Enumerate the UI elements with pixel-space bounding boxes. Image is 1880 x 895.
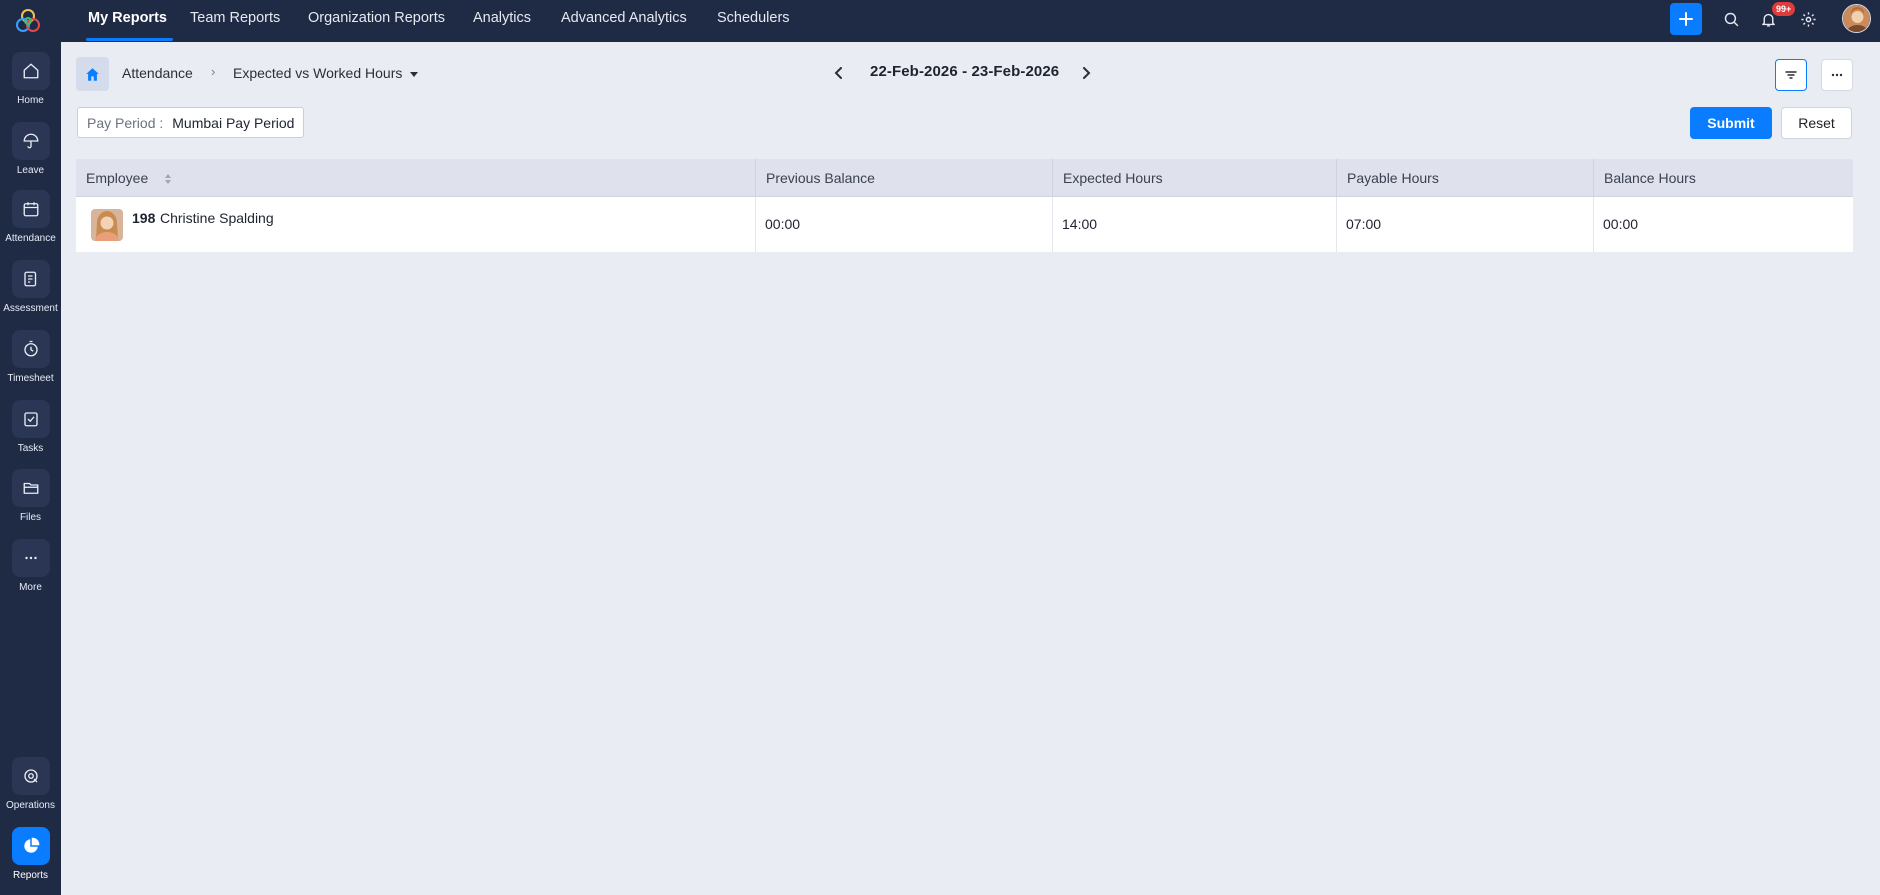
- calendar-icon: [23, 202, 38, 217]
- tab-team-reports[interactable]: Team Reports: [190, 0, 280, 42]
- sidebar-item-assessment[interactable]: Assessment: [0, 260, 61, 326]
- filter-icon: [1785, 71, 1797, 79]
- search-icon: [1724, 12, 1738, 26]
- more-icon: [24, 556, 37, 560]
- chevron-right-icon: [1083, 67, 1091, 79]
- payable-hours-cell: 07:00: [1337, 197, 1594, 252]
- sidebar-item-label: Files: [19, 512, 42, 523]
- chevron-left-icon: [834, 67, 842, 79]
- tasks-icon: [23, 412, 38, 427]
- sidebar-item-label: Assessment: [3, 303, 58, 314]
- add-button[interactable]: [1670, 3, 1702, 35]
- breadcrumb-module[interactable]: Attendance: [122, 65, 193, 81]
- sidebar-item-label: Home: [17, 95, 44, 106]
- employee-name[interactable]: Christine Spalding: [160, 209, 274, 227]
- previous-balance-cell: 00:00: [756, 197, 1053, 252]
- search-button[interactable]: [1720, 8, 1742, 30]
- tab-my-reports[interactable]: My Reports: [86, 0, 173, 42]
- employee-cell: 198 Christine Spalding: [76, 197, 756, 252]
- sidebar-item-attendance[interactable]: Attendance: [0, 190, 61, 256]
- home-button[interactable]: [76, 57, 109, 91]
- notification-badge: 99+: [1772, 2, 1796, 16]
- column-header-balance-hours: Balance Hours: [1604, 170, 1696, 186]
- folder-icon: [23, 482, 38, 494]
- plus-icon: [1679, 12, 1693, 26]
- sidebar-item-label: Operations: [6, 800, 55, 811]
- report-selector[interactable]: Expected vs Worked Hours: [233, 65, 419, 81]
- breadcrumb-chevron-icon: ›: [211, 64, 216, 79]
- settings-button[interactable]: [1797, 8, 1819, 30]
- assessment-icon: [23, 271, 36, 287]
- previous-date-button[interactable]: [830, 64, 848, 82]
- sidebar-item-home[interactable]: Home: [0, 52, 61, 118]
- reset-button[interactable]: Reset: [1781, 107, 1852, 139]
- sidebar-item-label: Attendance: [5, 233, 56, 244]
- sidebar-item-leave[interactable]: Leave: [0, 122, 61, 188]
- report-selector-label: Expected vs Worked Hours: [233, 65, 403, 81]
- sidebar-item-operations[interactable]: Operations: [0, 757, 61, 823]
- umbrella-icon: [23, 133, 38, 149]
- tab-organization-reports[interactable]: Organization Reports: [308, 0, 445, 42]
- sort-icon: [165, 174, 172, 185]
- sidebar-item-label: Tasks: [17, 443, 44, 454]
- next-date-button[interactable]: [1077, 64, 1095, 82]
- top-navigation-bar: My Reports Team Reports Organization Rep…: [61, 0, 1880, 42]
- home-icon: [86, 67, 99, 81]
- expected-hours-cell: 14:00: [1053, 197, 1337, 252]
- column-header-previous-balance: Previous Balance: [756, 159, 1053, 197]
- filter-button[interactable]: [1775, 59, 1807, 91]
- sidebar-item-label: Leave: [16, 165, 45, 176]
- column-header-payable-hours: Payable Hours: [1337, 159, 1594, 197]
- tab-advanced-analytics[interactable]: Advanced Analytics: [561, 0, 687, 42]
- tab-analytics[interactable]: Analytics: [473, 0, 531, 42]
- sidebar: Home Leave Attendance Assessment Timeshe…: [0, 0, 61, 895]
- column-header-expected-hours: Expected Hours: [1053, 159, 1337, 197]
- pay-period-selector[interactable]: Pay Period : Mumbai Pay Period: [77, 107, 305, 138]
- sidebar-item-more[interactable]: More: [0, 539, 61, 605]
- user-avatar[interactable]: [1842, 4, 1871, 33]
- sidebar-item-reports[interactable]: Reports: [0, 827, 61, 893]
- more-options-button[interactable]: [1821, 59, 1853, 91]
- sidebar-item-timesheet[interactable]: Timesheet: [0, 330, 61, 396]
- sidebar-item-label: More: [19, 582, 42, 593]
- operations-icon: [23, 769, 38, 783]
- column-header-employee[interactable]: Employee: [76, 159, 756, 197]
- sidebar-item-files[interactable]: Files: [0, 469, 61, 535]
- caret-down-icon: [410, 71, 419, 77]
- employee-id: 198: [132, 210, 156, 226]
- sidebar-item-tasks[interactable]: Tasks: [0, 400, 61, 466]
- sidebar-item-label: Reports: [12, 870, 48, 881]
- date-range-label: 22-Feb-2026 - 23-Feb-2026: [870, 63, 1060, 80]
- employee-photo-icon: [91, 209, 123, 241]
- pay-period-label: Pay Period :: [87, 114, 164, 131]
- column-header-label: Employee: [86, 170, 149, 186]
- home-icon: [23, 63, 38, 79]
- more-icon: [1831, 73, 1843, 77]
- balance-hours-cell: 00:00: [1603, 216, 1639, 232]
- submit-button[interactable]: Submit: [1690, 107, 1772, 139]
- pay-period-value: Mumbai Pay Period: [172, 114, 295, 131]
- timer-icon: [23, 340, 38, 357]
- app-logo-icon: [16, 9, 40, 32]
- report-table: Employee Previous Balance Expected Hours…: [76, 159, 1853, 252]
- pie-chart-icon: [23, 837, 39, 853]
- sidebar-item-label: Timesheet: [7, 373, 54, 384]
- table-header: Employee Previous Balance Expected Hours…: [76, 159, 1853, 197]
- table-row: 198 Christine Spalding 00:00 14:00 07:00…: [76, 197, 1853, 252]
- gear-icon: [1800, 11, 1816, 27]
- tab-schedulers[interactable]: Schedulers: [717, 0, 790, 42]
- employee-avatar: [91, 209, 123, 241]
